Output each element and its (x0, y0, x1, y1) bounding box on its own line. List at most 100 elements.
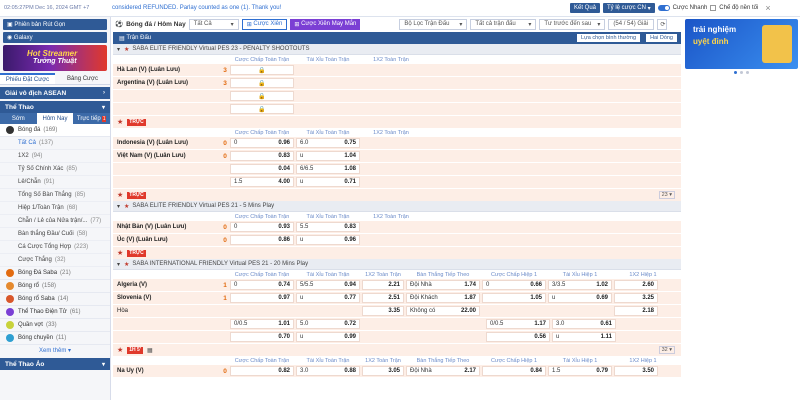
star-icon[interactable]: ★ (117, 346, 123, 354)
league-header[interactable]: ▾ ★ SABA INTERNATIONAL FRIENDLY Virtual … (113, 259, 681, 270)
star-icon[interactable]: ★ (124, 261, 129, 268)
odds-cell[interactable]: 6/6.5 1.08 (296, 164, 360, 174)
sidebar-subitem[interactable]: Hiệp 1/Toàn Trận (68) (0, 202, 110, 215)
odds-cell[interactable]: 3.0 0.61 (552, 319, 616, 329)
tab-live[interactable]: Trực tiếp 1 (73, 113, 110, 124)
match-filter-select[interactable]: Bộ Lọc Trận Đấu ▾ (399, 18, 468, 30)
hot-streamer-banner[interactable]: Hot Streamer Tưởng Thuật (3, 45, 107, 71)
odds-cell[interactable]: 3.05 (362, 366, 404, 376)
odds-cell[interactable]: u 0.69 (548, 293, 612, 303)
odds-cell[interactable]: Đội Nhà 1.74 (406, 280, 480, 290)
odds-cell[interactable]: 5.5 0.83 (296, 222, 360, 232)
virtual-sports-header[interactable]: Thể Thao Ảo ▾ (0, 358, 110, 370)
league-header[interactable]: ▾ ★ SABA ELITE FRIENDLY Virtual PES 23 -… (113, 44, 681, 55)
asean-header[interactable]: Giải vô địch ASEAN › (0, 87, 110, 99)
odds-cell[interactable]: 0/0.5 1.17 (486, 319, 550, 329)
odds-cell[interactable]: 0.82 (230, 366, 294, 376)
odds-cell[interactable]: u 0.77 (296, 293, 360, 303)
tab-betslip[interactable]: Phiếu Đặt Cược (0, 73, 55, 84)
fast-bet-toggle[interactable] (657, 5, 670, 11)
star-icon[interactable]: ★ (117, 249, 123, 257)
odds-cell[interactable]: 0 0.66 (482, 280, 546, 290)
odds-cell[interactable]: 3.50 (614, 366, 658, 376)
league-header[interactable]: ▾ ★ SABA ELITE FRIENDLY Virtual PES 21 -… (113, 201, 681, 212)
odds-cell[interactable]: u 1.04 (296, 151, 360, 161)
star-icon[interactable]: ★ (124, 46, 129, 53)
see-more-link[interactable]: Xem thêm ▾ (0, 345, 110, 356)
all-matches-select[interactable]: Tất cả trận đấu ▾ (470, 18, 537, 30)
sidebar-subitem[interactable]: Cá Cược Tổng Hợp (223) (0, 241, 110, 254)
sidebar-subitem[interactable]: Lẻ/Chẵn (91) (0, 176, 110, 189)
odds-cell[interactable]: 1.5 4.00 (230, 177, 294, 187)
tab-statement[interactable]: Bảng Cược (55, 73, 110, 84)
odds-cell[interactable]: 2.60 (614, 280, 658, 290)
sidebar-subitem[interactable]: Tất Cả (137) (0, 137, 110, 150)
filter-select[interactable]: Tất Cả ▾ (188, 18, 239, 30)
carousel-dots[interactable] (683, 71, 800, 74)
sort-select[interactable]: Tư trước đến sau ▾ (539, 18, 606, 30)
normal-selection-toggle[interactable]: Lựa chọn bình thường (577, 34, 641, 42)
sidebar-subitem[interactable]: Bàn thắng Đầu/ Cuối (58) (0, 228, 110, 241)
sidebar-item-sport[interactable]: Quần vợt (33) (0, 319, 110, 332)
odds-cell[interactable]: u 0.71 (296, 177, 360, 187)
odds-cell[interactable]: 0.83 (230, 151, 294, 161)
refresh-icon[interactable]: ⟳ (657, 18, 668, 30)
league-count[interactable]: (54 / 54) Giải (608, 18, 655, 30)
sidebar-item-soccer[interactable]: Bóng đá (169) (0, 124, 110, 137)
odds-cell[interactable]: 5.0 0.72 (296, 319, 360, 329)
promo-banner[interactable]: trải nghiệm uyệt đỉnh (685, 19, 798, 69)
odds-type-select[interactable]: Tỷ lệ cược CN ▾ (603, 3, 655, 13)
sidebar-subitem[interactable]: Chẵn / Lẻ của Nửa trận/... (77) (0, 215, 110, 228)
double-line-toggle[interactable]: Hai Dòng (646, 34, 677, 42)
odds-cell[interactable]: u 0.99 (296, 332, 360, 342)
odds-cell[interactable]: 0.04 (230, 164, 294, 174)
odds-cell[interactable]: 1.5 0.79 (548, 366, 612, 376)
sidebar-subitem[interactable]: Tỷ Số Chính Xác (85) (0, 163, 110, 176)
odds-cell[interactable]: 6.0 0.75 (296, 138, 360, 148)
odds-cell[interactable]: 5/5.5 0.94 (296, 280, 360, 290)
odds-cell[interactable]: Đội Nhà 2.17 (406, 366, 480, 376)
sidebar-subitem[interactable]: 1X2 (94) (0, 150, 110, 163)
odds-cell[interactable]: 0 0.74 (230, 280, 294, 290)
odds-cell[interactable]: 0.70 (230, 332, 294, 342)
odds-cell[interactable]: 0.86 (230, 235, 294, 245)
close-icon[interactable]: × (765, 3, 770, 13)
odds-cell[interactable]: 2.21 (362, 280, 404, 290)
odds-cell[interactable]: Đội Khách 1.87 (406, 293, 480, 303)
dark-mode-checkbox[interactable] (710, 5, 717, 11)
odds-cell[interactable]: 0.56 (486, 332, 550, 342)
parlay-button[interactable]: ⊞ Cược Xiên (241, 18, 288, 30)
sidebar-item-sport[interactable]: Bóng Đá Saba (21) (0, 267, 110, 280)
odds-cell[interactable]: 0/0.5 1.01 (230, 319, 294, 329)
odds-cell[interactable]: u 0.96 (296, 235, 360, 245)
odds-cell[interactable]: 3.25 (614, 293, 658, 303)
more-bets-count[interactable]: 23 ▾ (658, 191, 675, 199)
odds-cell[interactable]: u 1.11 (552, 332, 616, 342)
galaxy-button[interactable]: ◉ Galaxy (3, 32, 107, 43)
sidebar-item-sport[interactable]: Thể Thao Điện Tử (61) (0, 306, 110, 319)
odds-cell[interactable]: 3.0 0.88 (296, 366, 360, 376)
star-icon[interactable]: ★ (124, 203, 129, 210)
sidebar-subitem[interactable]: Tổng Số Bàn Thắng (85) (0, 189, 110, 202)
sidebar-item-sport[interactable]: Bóng rổ Saba (14) (0, 293, 110, 306)
tab-today[interactable]: Hôm Nay (36, 113, 74, 124)
odds-cell[interactable]: 1.05 (482, 293, 546, 303)
odds-cell[interactable]: 0.84 (482, 366, 546, 376)
odds-cell[interactable]: 0 0.96 (230, 138, 294, 148)
sidebar-item-sport[interactable]: Bóng chuyền (11) (0, 332, 110, 345)
odds-cell[interactable]: Không có 22.00 (406, 306, 480, 316)
odds-cell[interactable]: 3/3.5 1.02 (548, 280, 612, 290)
sports-header[interactable]: Thể Thao ▾ (0, 101, 110, 113)
sidebar-item-sport[interactable]: Bóng rổ (158) (0, 280, 110, 293)
sidebar-subitem[interactable]: Cược Thắng (32) (0, 254, 110, 267)
compact-version-button[interactable]: ▣ Phiên bản Rút Gọn (3, 19, 107, 30)
odds-cell[interactable]: 0 0.93 (230, 222, 294, 232)
odds-cell[interactable]: 3.35 (362, 306, 404, 316)
odds-cell[interactable]: 2.18 (614, 306, 658, 316)
stats-icon[interactable]: ▦ (147, 347, 153, 354)
tab-early[interactable]: Sớm (0, 113, 37, 124)
odds-cell[interactable]: 0.97 (230, 293, 294, 303)
lucky-parlay-button[interactable]: ⊞ Cược Xiên May Mắn (290, 18, 361, 30)
result-button[interactable]: Kết Quả (570, 3, 601, 13)
more-bets-count[interactable]: 32 ▾ (658, 346, 675, 354)
